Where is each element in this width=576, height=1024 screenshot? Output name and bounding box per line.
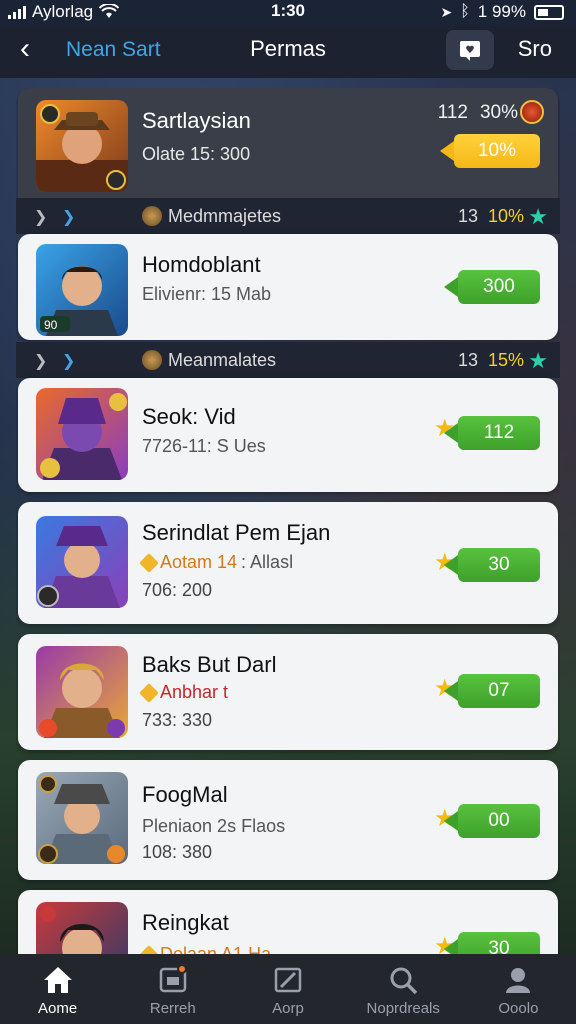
card-title: Baks But Darl [142,652,277,677]
card-subtitle: 7726-11: S Ues [142,436,266,456]
tag-highlight: Dolaan A1 Ha [160,944,272,954]
card-title: FoogMal [142,782,228,807]
tab-search[interactable]: Noprdreals [346,954,461,1024]
card-subtitle: 706: 200 [142,580,213,600]
section-separator[interactable]: ❯ ❯ Medmmajetes 13 10% ★ [16,198,560,234]
results-list: Sartlaysian Olate 15: 300 112 30% 10% ❯ … [16,88,560,954]
home-icon [42,964,74,996]
tab-inbox[interactable]: Rerreh [115,954,230,1024]
list-item[interactable]: Sartlaysian Olate 15: 300 112 30% 10% [18,88,558,198]
chat-button[interactable] [446,30,494,70]
list-item[interactable]: Reingkat Dolaan A1 Ha ★ 30 [18,890,558,954]
gem-icon [139,944,159,954]
separator-label: Medmmajetes [168,206,282,226]
card-subtitle: Olate 15: 300 [142,144,251,164]
list-item[interactable]: FoogMal Pleniaon 2s Flaos 108: 380 ★ 00 [18,760,558,880]
chevron-right-icon: ❯ [62,209,76,226]
trophy-icon [520,100,544,124]
card-subtitle-2: 108: 380 [142,842,213,862]
tab-label: Aorp [272,1000,304,1017]
card-title: Reingkat [142,910,229,935]
navigation-bar: ‹ Nean Sart Permas Sro [0,26,576,78]
score-button[interactable]: 10% [440,134,540,168]
separator-percent: 15% [487,350,524,370]
score-button[interactable]: 300 [444,270,540,304]
stat-count: 112 [437,102,468,123]
status-bar: Aylorlag 1:30 ➤ ᛒ 1 99% [0,0,576,26]
avatar-badge: 90 [44,318,58,332]
list-item[interactable]: Serindlat Pem Ejan Aotam 14 : Allasl 706… [18,502,558,624]
character-avatar [36,772,128,864]
card-stats: 112 30% [438,102,518,124]
tab-profile[interactable]: Ooolo [461,954,576,1024]
tab-edit[interactable]: Aorp [230,954,345,1024]
medal-icon [142,206,162,226]
nav-right-button[interactable]: Sro [518,36,552,62]
tab-label: Noprdreals [366,1000,440,1017]
separator-percent: 10% [487,206,524,226]
list-item[interactable]: Seok: Vid 7726-11: S Ues ★ 112 [18,378,558,492]
tab-home[interactable]: Aome [0,954,115,1024]
character-avatar: 90 [36,244,128,336]
card-tag: Aotam 14 : Allasl [139,552,294,573]
character-avatar [36,516,128,608]
star-icon: ★ [528,204,548,229]
card-subtitle: Pleniaon 2s Flaos [142,816,286,836]
score-button[interactable]: 30 [444,548,540,582]
tag-rest: : Allasl [241,552,294,572]
tab-label: Aome [38,1000,78,1017]
separator-label: Meanmalates [168,350,277,370]
card-tag: Anbhar t [139,682,229,703]
tag-highlight: Aotam 14 [160,552,238,572]
score-button[interactable]: 00 [444,804,540,838]
score-button[interactable]: 07 [444,674,540,708]
separator-count: 13 [457,206,478,226]
tab-label: Ooolo [498,1000,539,1017]
chevron-right-icon: ❯ [34,209,48,226]
tag-highlight: Anbhar t [160,682,229,702]
battery-icon [534,4,564,20]
bluetooth-icon: ᛒ [460,3,470,20]
profile-icon [502,964,534,996]
character-avatar [36,646,128,738]
star-icon: ★ [528,348,548,373]
score-button[interactable]: 30 [444,932,540,954]
gem-icon [139,552,159,573]
card-title: Homdoblant [142,252,261,277]
medal-icon [142,350,162,370]
card-subtitle: Elivienr: 15 Mab [142,284,272,304]
tab-label: Rerreh [149,1000,196,1017]
list-item[interactable]: Baks But Darl Anbhar t 733: 330 ★ 07 [18,634,558,750]
search-icon [387,964,419,996]
card-title: Serindlat Pem Ejan [142,520,331,545]
section-separator[interactable]: ❯ ❯ Meanmalates 13 15% ★ [16,342,560,378]
separator-stats: 13 10% [458,206,524,227]
chat-icon [460,41,480,61]
battery-percent: 1 99% [477,2,526,21]
separator-count: 13 [457,350,478,370]
edit-icon [272,964,304,996]
stat-percent: 30% [479,102,518,123]
chevron-right-icon: ❯ [62,353,76,370]
list-item[interactable]: 90 Homdoblant Elivienr: 15 Mab 300 [18,234,558,340]
location-icon: ➤ [440,3,453,20]
card-title: Sartlaysian [142,108,251,133]
character-avatar [36,388,128,480]
card-title: Seok: Vid [142,404,236,429]
character-avatar [36,902,128,954]
status-right: ➤ ᛒ 1 99% [440,2,564,22]
tab-bar: Aome Rerreh Aorp Noprdreals Ooolo [0,954,576,1024]
character-avatar [36,100,128,192]
separator-stats: 13 15% [458,350,524,371]
card-tag: Dolaan A1 Ha [139,944,272,954]
score-button[interactable]: 112 [444,416,540,450]
card-subtitle: 733: 330 [142,710,213,730]
chevron-right-icon: ❯ [34,353,48,370]
gem-icon [139,682,159,703]
